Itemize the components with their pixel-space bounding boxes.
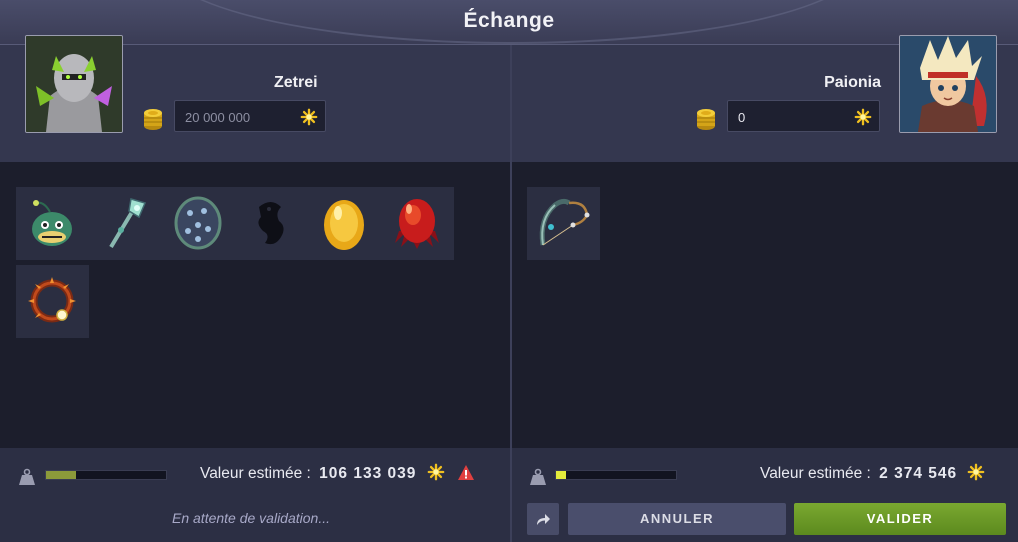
right-items-area [512, 162, 1018, 448]
golden-egg-icon [324, 200, 364, 250]
left-player-name: Zetrei [274, 74, 318, 91]
right-player-avatar [899, 35, 997, 133]
spiky-hair-character-icon [900, 36, 996, 132]
kamas-coins-icon [695, 105, 717, 131]
validate-button[interactable]: VALIDER [794, 503, 1006, 535]
studded-shield-icon [174, 196, 222, 250]
right-item-grid [527, 187, 600, 260]
estimated-amount: 106 133 039 [319, 465, 417, 482]
right-footer: Valeur estimée : 2 374 546 ANNULER VALID… [512, 448, 1018, 542]
kama-icon [967, 463, 985, 481]
bow-icon [539, 198, 590, 246]
left-items-area [0, 162, 510, 448]
item-slot[interactable] [235, 187, 308, 260]
right-header: Paionia 0 [512, 35, 1018, 162]
right-weight-fill [556, 471, 566, 479]
left-kamas-value: 20 000 000 [185, 110, 251, 125]
validation-status: En attente de validation... [172, 510, 330, 526]
kamas-coins-icon [142, 105, 164, 131]
window-title: Échange [463, 9, 555, 32]
right-kamas-value: 0 [738, 110, 746, 125]
kama-icon [300, 108, 318, 126]
title-bar: Échange [0, 0, 1018, 45]
left-estimated-value: Valeur estimée : 106 133 039 [200, 463, 475, 483]
spiked-ring-icon [28, 277, 76, 323]
left-trade-panel: Zetrei 20 000 000 Valeur estimée: 106 1… [0, 35, 510, 542]
item-slot[interactable] [89, 187, 162, 260]
shadow-creature-icon [258, 202, 284, 245]
kama-icon [427, 463, 445, 481]
left-header: Zetrei 20 000 000 [0, 35, 510, 162]
item-slot[interactable] [308, 187, 381, 260]
weight-icon [18, 468, 36, 486]
armored-character-icon [26, 36, 122, 132]
left-item-grid [16, 187, 454, 338]
estimated-label: Valeur estimée : [200, 465, 311, 482]
item-slot[interactable] [381, 187, 454, 260]
angler-fish-pet-icon [32, 200, 72, 246]
right-estimated-value: Valeur estimée : 2 374 546 [760, 463, 985, 483]
share-arrow-icon [537, 514, 550, 525]
left-player-avatar [25, 35, 123, 133]
right-trade-panel: Paionia 0 Valeur estimée: 2 374 546 ANN… [512, 35, 1018, 542]
estimated-amount: 2 374 546 [879, 465, 958, 482]
warning-icon[interactable] [457, 464, 475, 481]
cancel-button[interactable]: ANNULER [568, 503, 786, 535]
right-player-name: Paionia [824, 74, 881, 91]
share-button[interactable] [527, 503, 559, 535]
item-slot[interactable] [527, 187, 600, 260]
item-slot[interactable] [16, 187, 89, 260]
item-slot[interactable] [162, 187, 235, 260]
red-dragon-egg-icon [395, 199, 439, 249]
item-slot[interactable] [16, 265, 89, 338]
left-weight-fill [46, 471, 76, 479]
right-weight-bar [555, 470, 677, 480]
weight-icon [529, 468, 547, 486]
left-kamas-input[interactable]: 20 000 000 [174, 100, 326, 132]
estimated-label: Valeur estimée : [760, 465, 871, 482]
kama-icon [854, 108, 872, 126]
left-weight-bar [45, 470, 167, 480]
right-kamas-input[interactable]: 0 [727, 100, 880, 132]
crystal-staff-icon [109, 198, 147, 249]
left-footer: Valeur estimée : 106 133 039 En attente … [0, 448, 510, 542]
